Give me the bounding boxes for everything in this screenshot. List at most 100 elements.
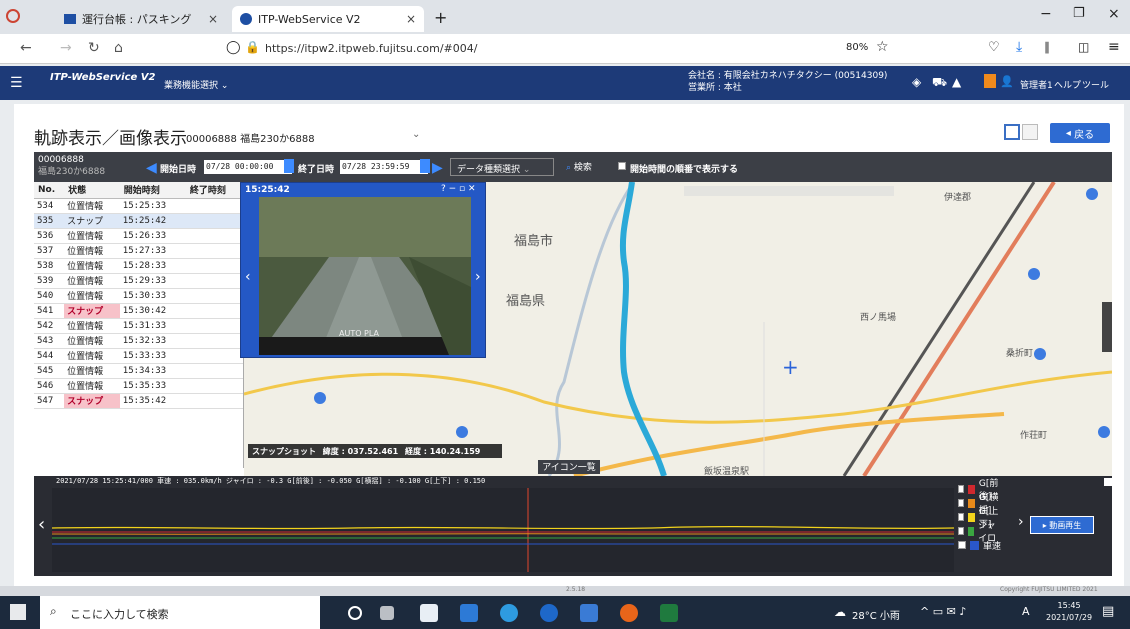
calendar-icon[interactable] (420, 159, 430, 173)
map-icon[interactable]: ◈ (912, 75, 921, 89)
menu-icon[interactable]: ≡ (1108, 39, 1120, 55)
bell-icon[interactable]: ▲ (952, 75, 961, 89)
back-icon[interactable]: ← (20, 40, 32, 56)
next-image-icon[interactable]: › (475, 269, 481, 285)
firefox-icon[interactable] (620, 604, 638, 622)
table-row[interactable]: 542 位置情報 15:31:33 (34, 318, 243, 334)
tab-itp[interactable]: ITP-WebService V2 × (232, 6, 424, 32)
calendar-icon[interactable] (284, 159, 294, 173)
table-row[interactable]: 537 位置情報 15:27:33 (34, 243, 243, 259)
col-header-end[interactable]: 終了時刻 (185, 182, 243, 199)
alert-badge[interactable] (984, 74, 996, 88)
table-cell-start: 15:35:42 (119, 393, 186, 409)
windows-start-icon[interactable] (10, 604, 26, 620)
new-tab-icon[interactable]: + (434, 8, 447, 27)
table-row[interactable]: 544 位置情報 15:33:33 (34, 348, 243, 364)
hamburger-icon[interactable]: ☰ (10, 75, 23, 91)
table-row[interactable]: 536 位置情報 15:26:33 (34, 228, 243, 244)
back-button[interactable]: ◂ 戻る (1050, 123, 1110, 143)
car-icon[interactable]: ⛟ (932, 75, 947, 91)
taskbar-search[interactable]: ⌕ ここに入力して検索 (40, 596, 320, 629)
tab-unko[interactable]: 運行台帳 : パスキング × (56, 6, 226, 32)
shield-icon[interactable]: ◯ (226, 40, 241, 55)
col-header-state[interactable]: 状態 (64, 182, 120, 199)
table-cell-start: 15:30:33 (119, 288, 186, 304)
reload-icon[interactable]: ↻ (88, 40, 100, 56)
start-datetime-input[interactable]: 07/28 00:00:00 (204, 160, 292, 174)
library-icon[interactable]: ∥ (1044, 40, 1050, 54)
popup-window-controls[interactable]: ? − ▫ ✕ (441, 184, 476, 194)
data-type-select[interactable]: データ種類選択 ⌄ (450, 158, 554, 176)
table-row[interactable]: 545 位置情報 15:34:33 (34, 363, 243, 379)
clock-date: 2021/07/29 (1046, 613, 1093, 622)
excel-icon[interactable] (660, 604, 678, 622)
chart-close-icon[interactable] (1104, 478, 1112, 486)
prev-image-icon[interactable]: ‹ (245, 269, 251, 285)
forward-icon[interactable]: → (60, 40, 72, 56)
address-bar[interactable]: https://itpw2.itpweb.fujitsu.com/#004/ (265, 42, 645, 58)
table-row[interactable]: 534 位置情報 15:25:33 (34, 198, 243, 214)
task-view-icon[interactable] (380, 606, 394, 620)
notification-icon[interactable]: ▤ (1102, 604, 1114, 619)
sidebar-icon[interactable]: ◫ (1078, 40, 1089, 54)
close-tab-icon[interactable]: × (406, 12, 416, 26)
table-row[interactable]: 543 位置情報 15:32:33 (34, 333, 243, 349)
app-icon[interactable] (580, 604, 598, 622)
legend-item[interactable]: ジャイロ (958, 521, 1002, 544)
explorer-icon[interactable] (460, 604, 478, 622)
legend-checkbox[interactable] (958, 499, 965, 507)
play-video-button[interactable]: ▸ 動画再生 (1030, 516, 1094, 534)
tray-icons[interactable]: ^ ▭ ✉ ♪ (920, 605, 966, 618)
table-row[interactable]: 541 スナップ 15:30:42 (34, 303, 243, 319)
edge-icon[interactable] (500, 604, 518, 622)
function-select[interactable]: 業務機能選択 ⌄ (164, 78, 228, 91)
help-link[interactable]: ヘルプ (1054, 78, 1081, 91)
minimize-icon[interactable]: − (1040, 6, 1052, 22)
chart-prev-icon[interactable]: ‹ (38, 514, 45, 535)
prev-period-icon[interactable]: ◀ (146, 160, 157, 176)
legend-checkbox[interactable] (958, 485, 965, 493)
table-row[interactable]: 547 スナップ 15:35:42 (34, 393, 243, 409)
bookmark-star-icon[interactable]: ☆ (876, 39, 889, 55)
table-row[interactable]: 538 位置情報 15:28:33 (34, 258, 243, 274)
col-header-start[interactable]: 開始時刻 (119, 182, 186, 199)
clock[interactable]: 15:45 2021/07/29 (1046, 600, 1092, 624)
table-row[interactable]: 546 位置情報 15:35:33 (34, 378, 243, 394)
table-cell-start: 15:32:33 (119, 333, 186, 349)
col-header-no[interactable]: No. (34, 182, 65, 199)
search-control-bar: 00006888 福島230か6888 ◀ 開始日時 07/28 00:00:0… (34, 152, 1112, 182)
ie-icon[interactable] (540, 604, 558, 622)
maximize-icon[interactable]: ❐ (1073, 6, 1085, 21)
close-tab-icon[interactable]: × (208, 12, 218, 26)
tool-link[interactable]: ツール (1082, 78, 1109, 91)
icon-list-tab[interactable]: アイコン一覧 (538, 460, 600, 474)
table-row[interactable]: 535 スナップ 15:25:42 (34, 213, 243, 229)
next-period-icon[interactable]: ▶ (432, 160, 443, 176)
layout-toggle-icon[interactable] (1004, 124, 1020, 140)
ime-indicator[interactable]: A (1022, 605, 1030, 618)
lock-app-icon[interactable] (420, 604, 438, 622)
table-row[interactable]: 539 位置情報 15:29:33 (34, 273, 243, 289)
weather-text[interactable]: 28°C 小雨 (852, 607, 900, 622)
map-scroll-handle[interactable] (1102, 302, 1112, 352)
chart-next-icon[interactable]: › (1018, 514, 1024, 530)
vehicle-dropdown-icon[interactable]: ⌄ (412, 129, 420, 140)
legend-swatch (968, 526, 975, 536)
legend-checkbox[interactable] (958, 541, 966, 549)
legend-checkbox[interactable] (958, 513, 965, 521)
table-cell-end (185, 303, 243, 319)
pocket-icon[interactable]: ♡ (988, 40, 1000, 55)
cortana-icon[interactable] (348, 606, 362, 620)
zoom-level[interactable]: 80% (846, 42, 868, 53)
end-datetime-input[interactable]: 07/28 23:59:59 (340, 160, 428, 174)
order-checkbox[interactable] (618, 162, 626, 170)
table-row[interactable]: 540 位置情報 15:30:33 (34, 288, 243, 304)
search-button[interactable]: ⌕ 検索 (566, 160, 592, 173)
home-icon[interactable]: ⌂ (114, 40, 123, 56)
snapshot-popup[interactable]: 15:25:42 ? − ▫ ✕ AUTO PLA ‹ › (240, 182, 486, 358)
download-icon[interactable]: ⤓ (1016, 39, 1022, 55)
close-window-icon[interactable]: × (1108, 6, 1120, 22)
layout-alt-icon[interactable] (1022, 124, 1038, 140)
user-name[interactable]: 管理者1 (1020, 78, 1053, 91)
legend-checkbox[interactable] (958, 527, 965, 535)
